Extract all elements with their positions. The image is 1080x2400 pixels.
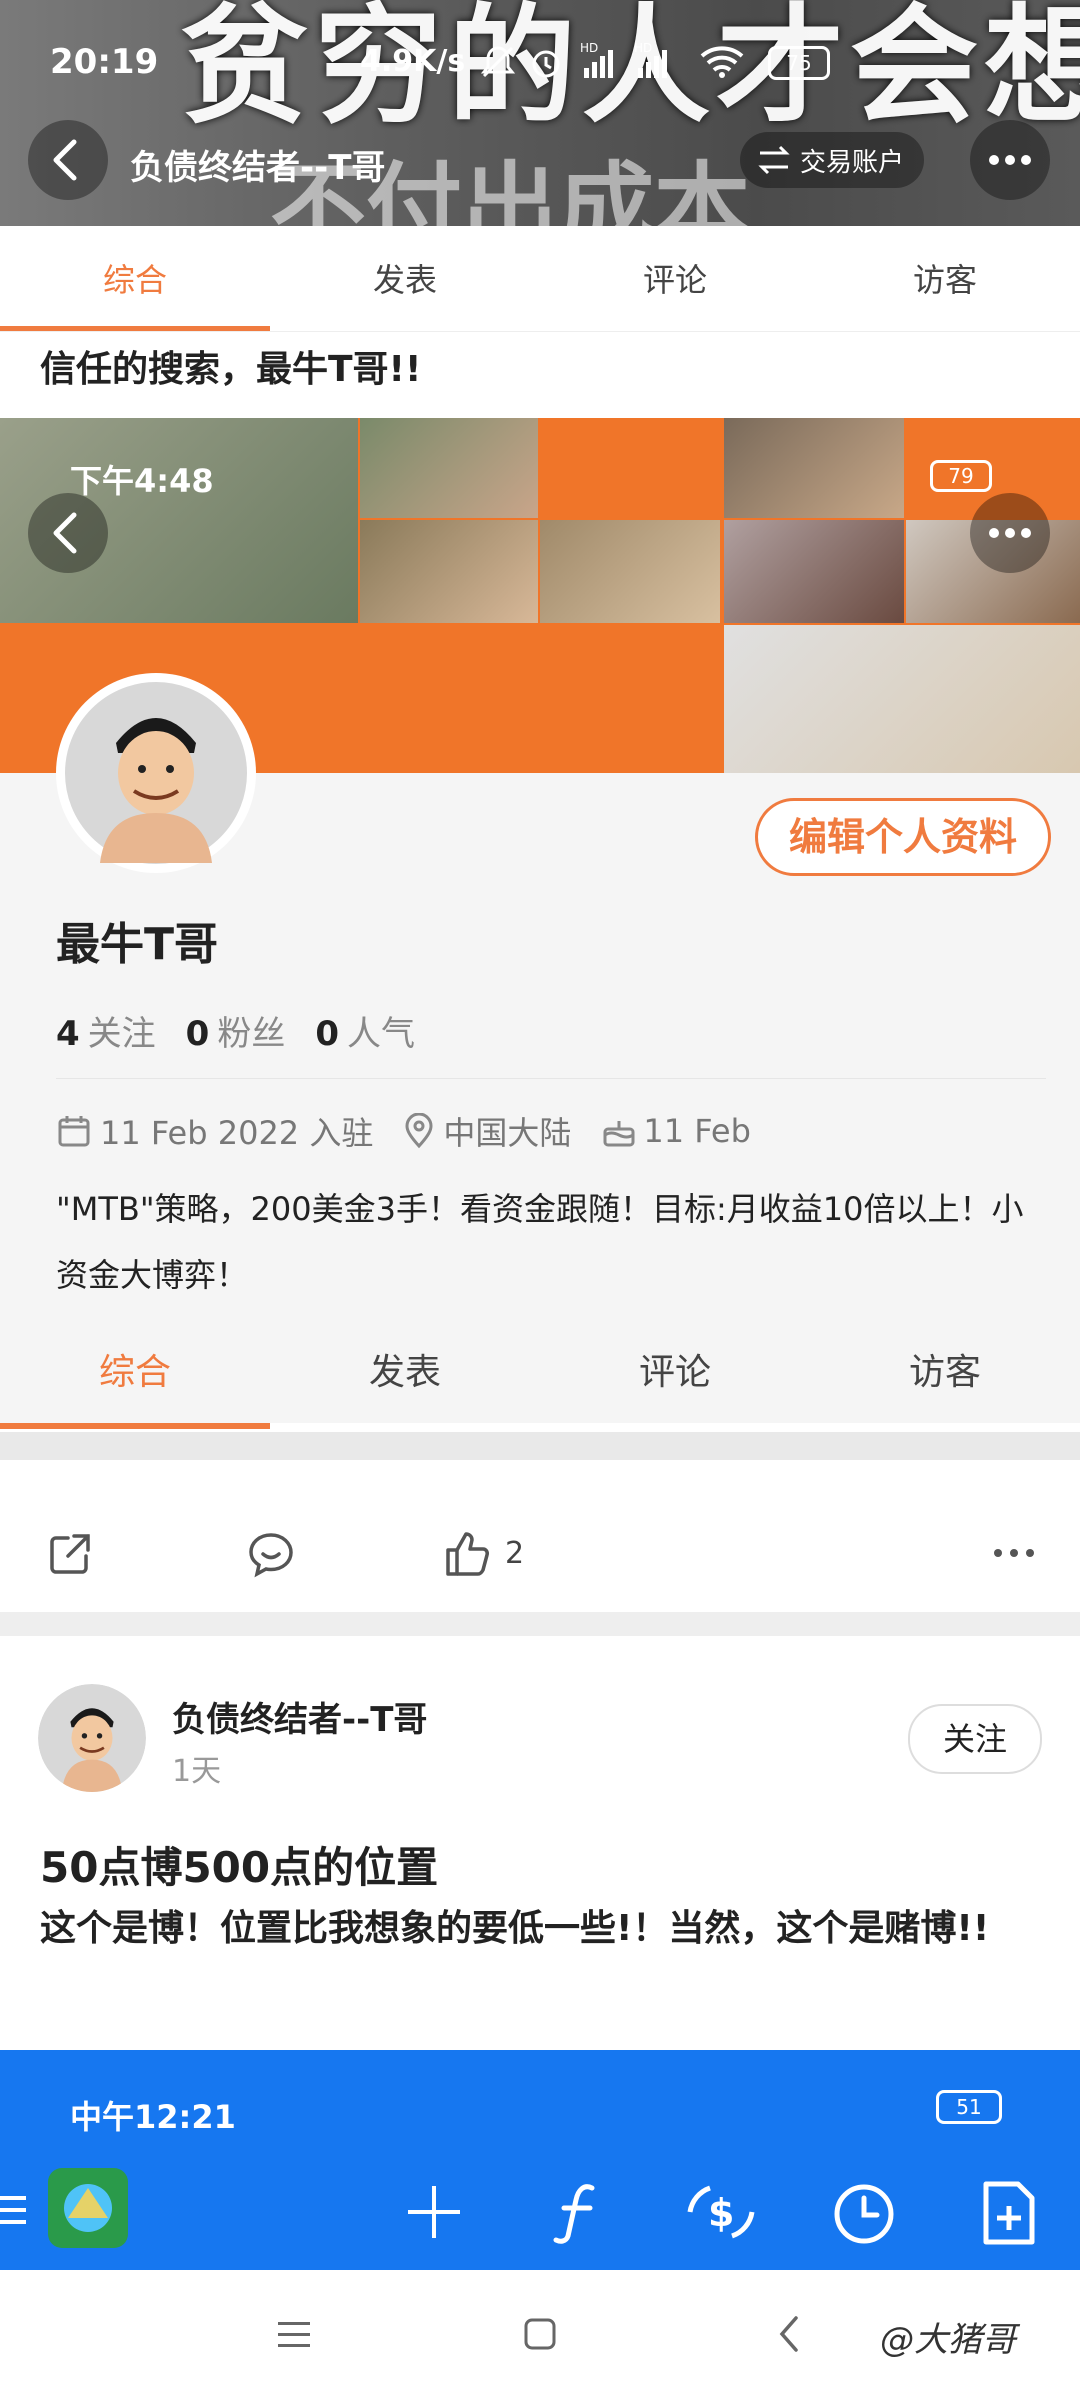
embedded-tab-overview: 综合 [98, 1352, 171, 1393]
battery-icon: 75 [768, 46, 830, 80]
post-title[interactable]: 50点博500点的位置 [40, 1834, 438, 1895]
back-button[interactable] [28, 120, 108, 200]
following-count: 4 [56, 1014, 80, 1054]
photo-tile [540, 520, 720, 623]
embedded-back-button [28, 493, 108, 573]
profile-meta: 11 Feb 2022 入驻 中国大陆 11 Feb [56, 1108, 751, 1154]
comment-icon[interactable] [246, 1530, 296, 1578]
photo-tile [724, 520, 904, 623]
svg-text:HD: HD [580, 41, 598, 55]
section-divider [0, 1612, 1080, 1636]
profile-tabs: 综合 发表 评论 访客 [0, 230, 1080, 330]
tab-overview[interactable]: 综合 [0, 230, 270, 330]
embedded-tab-visitors: 访客 [908, 1352, 981, 1393]
join-date: 11 Feb 2022 入驻 [100, 1114, 374, 1152]
tab-visitors[interactable]: 访客 [810, 230, 1080, 330]
signal-icon: HD HD [580, 40, 690, 80]
followers-label: 粉丝 [217, 1014, 286, 1054]
popularity-label: 人气 [347, 1014, 416, 1054]
divider [56, 1078, 1046, 1079]
trade-icon: $ [686, 2180, 756, 2244]
post-author-name[interactable]: 负债终结者--T哥 [172, 1692, 427, 1741]
post-time: 1天 [172, 1754, 222, 1789]
embedded-active-tab-indicator [0, 1423, 270, 1429]
embedded-trading-app-screenshot: 中午12:21 51 $ [0, 2050, 1080, 2270]
embedded-status-time-2: 中午12:21 [70, 2098, 236, 2136]
embedded-battery-icon-2: 51 [936, 2090, 1002, 2124]
profile-header: 贫穷的人才会想 不付出成本 20:19 4.9K/s HD HD 75 负债终结者… [0, 0, 1080, 226]
calendar-icon [56, 1113, 92, 1149]
switch-icon [756, 145, 792, 175]
svg-text:$: $ [708, 2191, 734, 2235]
like-icon[interactable] [442, 1528, 492, 1578]
photo-tile [724, 625, 1080, 773]
divider [0, 331, 1080, 332]
photo-tile [360, 418, 538, 518]
location-icon [403, 1113, 435, 1149]
post-text-line: 信任的搜索，最牛T哥!! [40, 349, 422, 390]
like-count: 2 [505, 1536, 525, 1571]
embedded-tab-comments: 评论 [638, 1352, 711, 1393]
menu-icon [0, 2190, 30, 2230]
photo-tile [724, 418, 904, 518]
embedded-more-button [970, 493, 1050, 573]
edit-profile-button: 编辑个人资料 [755, 798, 1051, 876]
wifi-icon [700, 44, 744, 78]
svg-text:HD: HD [634, 41, 652, 55]
avatar [56, 673, 256, 873]
post-body[interactable]: 这个是博！位置比我想象的要低一些!！当然，这个是赌博!! [40, 1900, 1040, 1958]
birthday-text: 11 Feb [643, 1112, 751, 1150]
followers-count: 0 [185, 1014, 210, 1054]
tab-posts[interactable]: 发表 [270, 230, 540, 330]
more-options-button[interactable] [970, 120, 1050, 200]
crosshair-icon [404, 2182, 464, 2242]
following-label: 关注 [87, 1014, 156, 1054]
network-speed: 4.9K/s [360, 44, 466, 79]
history-icon [832, 2182, 896, 2246]
tab-comments[interactable]: 评论 [540, 230, 810, 330]
alarm-icon [528, 44, 564, 80]
post-more-icon[interactable] [990, 1538, 1040, 1568]
profile-bio: "MTB"策略，200美金3手！看资金跟随！目标:月收益10倍以上！小资金大博弈… [56, 1190, 1024, 1294]
new-document-icon [980, 2180, 1038, 2246]
profile-username: 最牛T哥 [56, 919, 219, 970]
photo-tile [360, 520, 538, 623]
watermark: @大猪哥 [880, 2320, 1016, 2360]
recent-apps-icon[interactable] [274, 2314, 314, 2354]
embedded-battery-icon: 79 [930, 460, 992, 492]
section-divider [0, 1432, 1080, 1460]
birthday-cake-icon [601, 1113, 637, 1149]
mt4-logo-icon [48, 2168, 128, 2248]
popularity-count: 0 [315, 1014, 340, 1054]
trading-account-label: 交易账户 [800, 147, 905, 178]
trading-account-button[interactable]: 交易账户 [740, 132, 925, 188]
header-title: 负债终结者--T哥 [130, 148, 386, 188]
profile-stats: 4 关注 0 粉丝 0 人气 [56, 1006, 415, 1055]
follow-button[interactable]: 关注 [908, 1704, 1042, 1774]
status-time: 20:19 [50, 42, 159, 82]
mute-icon [480, 44, 516, 80]
share-icon[interactable] [46, 1530, 94, 1578]
indicators-icon [548, 2180, 608, 2244]
home-icon[interactable] [520, 2314, 560, 2354]
post-action-bar: 2 [0, 1500, 1080, 1610]
embedded-tab-posts: 发表 [368, 1352, 441, 1393]
location-text: 中国大陆 [443, 1114, 572, 1152]
system-navigation-bar: @大猪哥 [0, 2270, 1080, 2400]
embedded-tabs: 综合 发表 评论 访客 [0, 1323, 1080, 1423]
embedded-profile-screenshot: 下午4:48 79 编辑个人资料 最牛T哥 4 关注 0 粉丝 0 人气 11 Feb… [0, 418, 1080, 1429]
back-nav-icon[interactable] [770, 2312, 810, 2356]
post-author-avatar[interactable] [38, 1684, 146, 1792]
